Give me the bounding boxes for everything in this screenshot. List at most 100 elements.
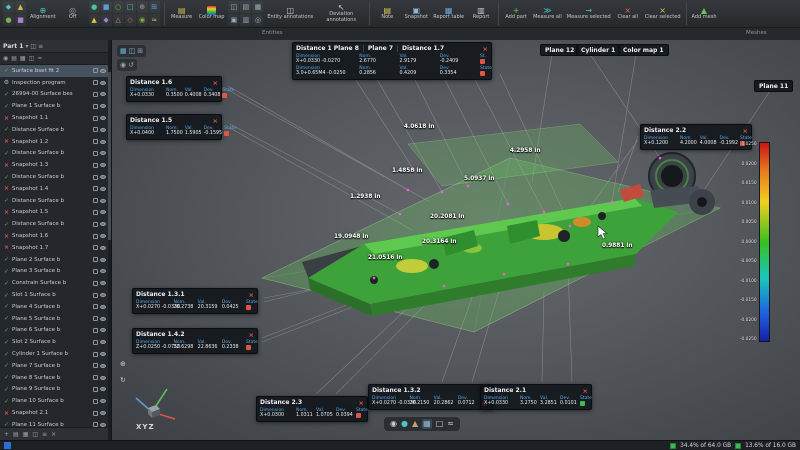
visibility-icon[interactable] bbox=[100, 127, 106, 132]
ring-tool-icon[interactable]: ◎ bbox=[252, 14, 264, 26]
columns-icon[interactable]: ◫ bbox=[29, 55, 35, 62]
viewport-3d[interactable]: 0.0250 0.0200 0.0150 0.0100 0.0050 0.0000 -0.0… bbox=[112, 40, 800, 440]
flag-tool-icon[interactable]: ▣ bbox=[228, 14, 240, 26]
tree-item[interactable]: ✓ Distance Surface b bbox=[0, 218, 111, 230]
entity-annotations-button[interactable]: ◫ Entity annotations bbox=[265, 1, 315, 27]
tree-item[interactable]: ✓ Slot 1 Surface b bbox=[0, 289, 111, 301]
tree-item[interactable]: ✓ Plane 8 Surface b bbox=[0, 372, 111, 384]
tree-panel-header[interactable]: Part 1 ▾ ◫ ≡ bbox=[0, 40, 111, 53]
add-part-button[interactable]: + Add part bbox=[502, 1, 530, 27]
hole-tool-icon[interactable]: ◉ bbox=[136, 14, 148, 26]
tree-item[interactable]: ✓ Plane 6 Surface b bbox=[0, 325, 111, 337]
annotation-distance-1-6[interactable]: Distance 1.6 × Dimension Nom. Val. Dev. State X… bbox=[126, 76, 234, 102]
clear-selected-button[interactable]: × Clear selected bbox=[643, 1, 683, 27]
tree-item[interactable]: × Snapshot 1.2 bbox=[0, 136, 111, 148]
view-cube-icon[interactable]: ▦ bbox=[120, 46, 127, 56]
tree-item[interactable]: ✓ Plane 1 Surface b bbox=[0, 100, 111, 112]
feature-label[interactable]: Plane 11 bbox=[754, 80, 794, 92]
alignment-button[interactable]: ⊕ Alignment bbox=[28, 1, 58, 27]
visibility-icon[interactable] bbox=[100, 163, 106, 168]
sphere-view-icon[interactable]: ● bbox=[401, 419, 408, 429]
tree-item[interactable]: ✓ Plane 11 Surface b bbox=[0, 419, 111, 427]
report-table-button[interactable]: ▦ Report table bbox=[431, 1, 466, 27]
visibility-icon[interactable] bbox=[100, 175, 106, 180]
note-button[interactable]: ▤ Note bbox=[373, 1, 401, 27]
annotation-distance-1-plane-8[interactable]: Distance 1 Plane 8 Plane 7 Distance 1.7 × Di… bbox=[292, 42, 492, 80]
curve-tool-icon[interactable]: ≈ bbox=[148, 14, 160, 26]
rectangle-tool-icon[interactable]: □ bbox=[124, 1, 136, 13]
split-view-icon[interactable]: ◫ bbox=[129, 46, 136, 56]
visibility-icon[interactable] bbox=[100, 198, 106, 203]
callout-tool-icon[interactable]: ◫ bbox=[228, 1, 240, 13]
annotation-distance-2-3[interactable]: Distance 2.3 × Dimension Nom. Val. Dev. State X… bbox=[256, 396, 368, 422]
tree-item[interactable]: ✓ Distance Surface b bbox=[0, 171, 111, 183]
close-icon[interactable]: × bbox=[477, 45, 488, 52]
tree-item[interactable]: ✓ Plane 5 Surface b bbox=[0, 313, 111, 325]
visibility-icon[interactable] bbox=[100, 257, 106, 262]
tree-item[interactable]: ✓ Surface bset fit 2 bbox=[0, 65, 111, 77]
tree-item[interactable]: ⚙ Inspection program bbox=[0, 77, 111, 89]
visibility-icon[interactable] bbox=[100, 80, 106, 85]
visibility-icon[interactable] bbox=[100, 139, 106, 144]
tree-item[interactable]: ✓ Distance Surface b bbox=[0, 148, 111, 160]
point-icon[interactable]: ● bbox=[3, 14, 14, 26]
tree-item[interactable]: ✓ 26994-00 Surface bes bbox=[0, 89, 111, 101]
polygon-tool-icon[interactable]: ◆ bbox=[100, 14, 112, 26]
visibility-icon[interactable] bbox=[100, 411, 106, 415]
tree-item[interactable]: × Snapshot 2.1 bbox=[0, 407, 111, 419]
visibility-icon[interactable] bbox=[100, 116, 106, 121]
tree-item[interactable]: ✓ Plane 10 Surface b bbox=[0, 395, 111, 407]
cone-tool-icon[interactable]: ▲ bbox=[88, 14, 100, 26]
visibility-icon[interactable] bbox=[100, 387, 106, 392]
table-tool-icon[interactable]: ▤ bbox=[240, 1, 252, 13]
visibility-icon[interactable] bbox=[100, 186, 106, 191]
deviation-annotations-button[interactable]: ↖ Deviation annotations bbox=[316, 1, 366, 27]
split-view-icon[interactable]: ◫ bbox=[32, 431, 38, 438]
close-icon[interactable]: × bbox=[243, 291, 254, 298]
tree-item[interactable]: ✓ Distance Surface b bbox=[0, 195, 111, 207]
visibility-icon[interactable] bbox=[100, 68, 106, 73]
visibility-icon[interactable] bbox=[100, 340, 106, 345]
off-button[interactable]: ◎ Off bbox=[59, 1, 87, 27]
visibility-icon[interactable] bbox=[100, 210, 106, 215]
tree-item[interactable]: ✓ Plane 9 Surface b bbox=[0, 384, 111, 396]
diamond-tool-icon[interactable]: ◇ bbox=[124, 14, 136, 26]
visibility-icon[interactable]: ◉ bbox=[390, 419, 397, 429]
annotation-distance-1-5[interactable]: Distance 1.5 × Dimension Nom. Val. Dev. State X… bbox=[126, 114, 236, 140]
tree-item[interactable]: × Snapshot 1.1 bbox=[0, 112, 111, 124]
annotation-distance-2-2[interactable]: Distance 2.2 × Dimension Nom. Val. Dev. State X… bbox=[640, 124, 752, 150]
grid-view-icon[interactable]: ▦ bbox=[23, 431, 29, 438]
panel-icon[interactable]: ◫ bbox=[30, 43, 36, 50]
probe-icon[interactable]: ◆ bbox=[3, 1, 14, 13]
tree-scrollbar[interactable] bbox=[108, 40, 111, 440]
menu-icon[interactable]: ≡ bbox=[38, 43, 43, 50]
report-button[interactable]: ▥ Report bbox=[467, 1, 495, 27]
visibility-icon[interactable] bbox=[100, 104, 106, 109]
measure-all-button[interactable]: ≫ Measure all bbox=[531, 1, 564, 27]
tree-item[interactable]: × Snapshot 1.3 bbox=[0, 159, 111, 171]
tree-item[interactable]: ✓ Distance Surface b bbox=[0, 124, 111, 136]
datum-icon[interactable]: ■ bbox=[15, 14, 26, 26]
target-view-icon[interactable]: ◉ bbox=[120, 60, 126, 70]
close-icon[interactable]: × bbox=[577, 387, 588, 394]
tree-item[interactable]: ✓ Plane 3 Surface b bbox=[0, 266, 111, 278]
close-icon[interactable]: × bbox=[353, 399, 364, 406]
tree-item[interactable]: ✓ Plane 7 Surface b bbox=[0, 360, 111, 372]
plane-tool-icon[interactable]: ■ bbox=[100, 1, 112, 13]
tree-item[interactable]: × Snapshot 1.4 bbox=[0, 183, 111, 195]
cone-view-icon[interactable]: ▲ bbox=[412, 419, 418, 429]
curve-view-icon[interactable]: ≈ bbox=[447, 419, 454, 429]
add-icon[interactable]: + bbox=[4, 431, 9, 438]
close-icon[interactable]: × bbox=[207, 79, 218, 86]
delete-icon[interactable]: × bbox=[51, 431, 56, 438]
reset-view-icon[interactable]: ↺ bbox=[128, 60, 134, 70]
feature-label[interactable]: Cylinder 1 bbox=[576, 44, 621, 56]
target-tool-icon[interactable]: ⊕ bbox=[136, 1, 148, 13]
visibility-icon[interactable] bbox=[100, 316, 106, 321]
matrix-tool-icon[interactable]: ▦ bbox=[252, 1, 264, 13]
pan-icon[interactable]: ⊕ bbox=[120, 359, 126, 369]
visibility-icon[interactable] bbox=[100, 151, 106, 156]
mesh-view-icon[interactable]: ▦ bbox=[422, 419, 432, 429]
visibility-icon[interactable] bbox=[100, 269, 106, 274]
add-mesh-button[interactable]: ▲ Add mesh bbox=[690, 1, 719, 27]
